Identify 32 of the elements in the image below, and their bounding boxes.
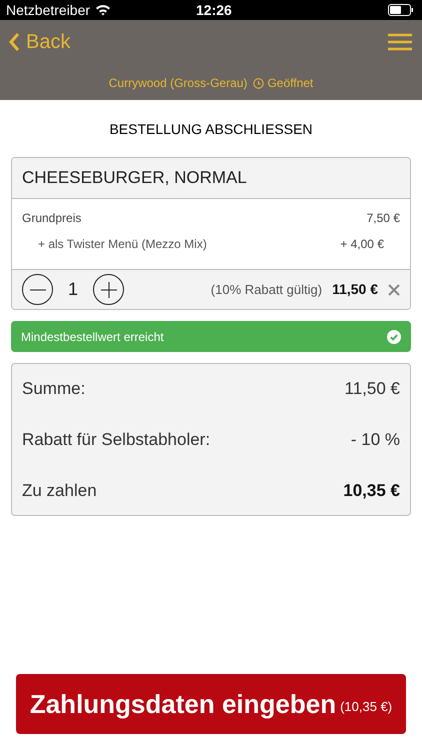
pay-button[interactable]: Zahlungsdaten eingeben(10,35 €) xyxy=(16,674,406,734)
restaurant-name: Currywood (Gross-Gerau) xyxy=(108,75,248,92)
summary-value: 10,35 € xyxy=(343,480,400,502)
decrease-button[interactable] xyxy=(22,274,53,305)
price-line-label: Grundpreis xyxy=(22,210,82,227)
summary-value: 11,50 € xyxy=(344,378,400,400)
quantity-value: 1 xyxy=(66,278,79,301)
battery-icon xyxy=(388,4,414,16)
close-icon[interactable] xyxy=(388,284,400,296)
price-line-value: 7,50 € xyxy=(366,210,400,227)
increase-button[interactable] xyxy=(93,274,124,305)
carrier-name: Netzbetreiber xyxy=(6,0,90,20)
item-name: CHEESEBURGER, NORMAL xyxy=(22,167,247,190)
open-status: Geöffnet xyxy=(267,75,314,92)
plus-icon xyxy=(100,282,116,298)
summary-value: - 10 % xyxy=(350,428,400,451)
clock-icon xyxy=(253,78,264,88)
page-title: BESTELLUNG ABSCHLIESSEN xyxy=(108,120,314,139)
minus-icon xyxy=(30,288,46,290)
item-total: 11,50 € xyxy=(332,280,378,299)
minimum-order-text: Mindestbestellwert erreicht xyxy=(21,328,164,346)
summary-label: Rabatt für Selbstabholer: xyxy=(22,428,210,451)
discount-note: (10% Rabatt gültig) xyxy=(210,280,322,299)
check-circle-icon xyxy=(387,330,401,344)
wifi-icon xyxy=(95,4,112,16)
price-line-value: + 4,00 € xyxy=(340,236,385,253)
summary-label: Zu zahlen xyxy=(22,480,97,502)
summary-label: Summe: xyxy=(22,378,86,400)
chevron-left-icon xyxy=(8,32,20,52)
clock-time: 12:26 xyxy=(196,0,232,20)
menu-icon[interactable] xyxy=(388,33,412,51)
price-line-label: + als Twister Menü (Mezzo Mix) xyxy=(37,236,207,253)
